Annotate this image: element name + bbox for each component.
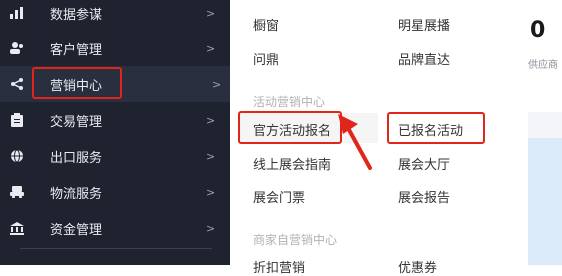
menu-link-expo-tickets[interactable]: 展会门票	[253, 187, 305, 206]
annotation-arrow-icon	[338, 114, 372, 170]
menu-link-showcase[interactable]: 橱窗	[253, 15, 279, 34]
users-icon	[10, 41, 24, 55]
chevron-right-icon: >	[206, 6, 216, 20]
truck-icon	[10, 185, 24, 199]
stat-caption: 供应商	[528, 60, 558, 71]
sidebar-item-label: 数据参谋	[50, 7, 103, 23]
sidebar-item-label: 出口服务	[50, 150, 103, 166]
section-title-merchant-marketing: 商家自营销中心	[253, 233, 338, 247]
sidebar-item-export[interactable]: 出口服务 >	[0, 138, 230, 174]
sidebar: 数据参谋 > 客户管理 > 营销中心 > 交易管理 > 出口服务 > 物流服务 …	[0, 0, 230, 265]
sidebar-item-label: 交易管理	[50, 114, 103, 130]
menu-link-expo-report[interactable]: 展会报告	[398, 187, 450, 206]
highlight-box-registered	[387, 112, 485, 144]
stat-value: 0	[530, 18, 546, 43]
clipboard-icon	[10, 113, 24, 127]
bar-chart-icon	[10, 6, 24, 20]
menu-link-brand-direct[interactable]: 品牌直达	[398, 49, 450, 68]
sidebar-item-label: 资金管理	[50, 222, 103, 238]
sidebar-item-customers[interactable]: 客户管理 >	[0, 30, 230, 66]
sidebar-item-trade[interactable]: 交易管理 >	[0, 102, 230, 138]
menu-link-coupon[interactable]: 优惠券	[398, 257, 437, 276]
chevron-right-icon: >	[206, 113, 216, 127]
highlight-box-marketing	[32, 67, 122, 99]
marketing-icon	[10, 77, 24, 91]
menu-link-online-expo-guide[interactable]: 线上展会指南	[253, 154, 331, 173]
chevron-right-icon: >	[206, 149, 216, 163]
banner-illustration	[528, 138, 562, 265]
sidebar-item-funds[interactable]: 资金管理 >	[0, 210, 230, 246]
highlight-box-official-signup	[238, 111, 342, 144]
sidebar-item-data[interactable]: 数据参谋 >	[0, 0, 230, 31]
sidebar-item-label: 客户管理	[50, 42, 103, 58]
sidebar-divider	[20, 248, 212, 249]
chevron-right-icon: >	[212, 77, 222, 91]
menu-link-expo-hall[interactable]: 展会大厅	[398, 154, 450, 173]
menu-link-wending[interactable]: 问鼎	[253, 49, 279, 68]
chevron-right-icon: >	[206, 41, 216, 55]
globe-icon	[10, 149, 24, 163]
chevron-right-icon: >	[206, 185, 216, 199]
bank-icon	[10, 221, 24, 235]
sidebar-item-label: 物流服务	[50, 186, 103, 202]
menu-link-discount-marketing[interactable]: 折扣营销	[253, 257, 305, 276]
chevron-right-icon: >	[206, 221, 216, 235]
menu-link-star-showcase[interactable]: 明星展播	[398, 15, 450, 34]
section-title-activity-marketing: 活动营销中心	[253, 95, 326, 109]
sidebar-item-logistics[interactable]: 物流服务 >	[0, 174, 230, 210]
